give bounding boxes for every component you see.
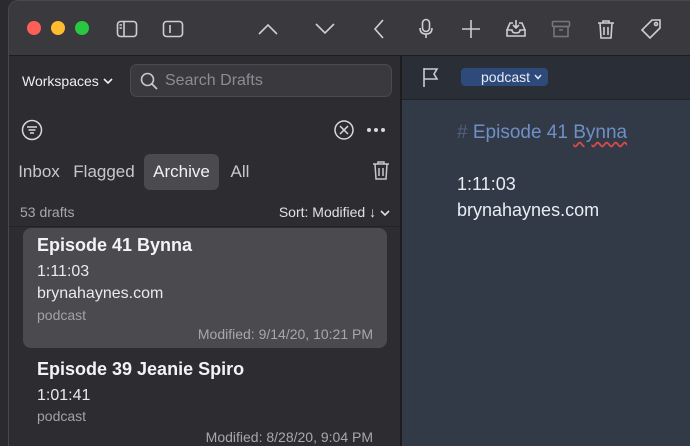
heading-text: Episode 41 (472, 122, 574, 143)
tab-archive[interactable]: Archive (144, 154, 219, 190)
toolbar (9, 1, 690, 56)
editor-line[interactable]: 1:11:03 (457, 174, 516, 195)
chevron-down-icon (534, 74, 542, 80)
editor-pane: podcast # Episode 41 Bynna 1:11:03 bryna… (402, 56, 690, 446)
misspelled-word[interactable]: Bynna (573, 122, 627, 143)
minimize-window-button[interactable] (51, 21, 65, 35)
clear-icon (334, 120, 354, 140)
close-window-button[interactable] (27, 21, 41, 35)
trash-icon (373, 161, 389, 180)
draft-count: 53 drafts (20, 204, 75, 220)
drafts-app: Workspaces Search Drafts Inbox Flagged A… (0, 0, 690, 446)
heading-mark: # (457, 122, 468, 143)
draft-row[interactable]: Episode 41 Bynna 1:11:03 brynahaynes.com… (23, 228, 387, 348)
drafts-list-pane: Workspaces Search Drafts Inbox Flagged A… (9, 56, 400, 446)
sort-menu[interactable]: Sort: Modified ↓ (279, 204, 390, 220)
microphone-icon (419, 18, 433, 38)
folder-tabs: Inbox Flagged Archive All (9, 154, 400, 190)
workspaces-label: Workspaces (22, 73, 99, 89)
draft-line: 1:01:41 (37, 387, 91, 404)
filter-icon (21, 119, 43, 141)
next-draft-button[interactable] (311, 15, 339, 43)
search-icon (140, 72, 158, 90)
draft-row[interactable]: Episode 39 Jeanie Spiro 1:01:41 podcast … (23, 353, 387, 446)
draft-title: Episode 41 Bynna (37, 235, 193, 255)
new-draft-button[interactable] (457, 15, 485, 43)
draft-modified: Modified: 8/28/20, 9:04 PM (205, 429, 373, 445)
inbox-icon (506, 20, 526, 37)
chevron-down-icon (315, 23, 335, 35)
plus-icon (462, 20, 480, 38)
editor-heading[interactable]: # Episode 41 Bynna (457, 122, 627, 144)
archive-button[interactable] (547, 15, 575, 43)
more-options-button[interactable] (366, 120, 386, 140)
panel-toggle-button[interactable] (159, 15, 187, 43)
move-to-inbox-button[interactable] (502, 15, 530, 43)
chevron-down-icon (380, 210, 390, 217)
editor-tag-label: podcast (481, 69, 531, 85)
editor-tag-pill[interactable]: podcast (461, 68, 549, 86)
draft-tag: podcast (37, 408, 87, 424)
list-meta: 53 drafts Sort: Modified ↓ (20, 203, 390, 223)
filter-button[interactable] (21, 119, 43, 146)
back-button[interactable] (365, 15, 393, 43)
search-placeholder: Search Drafts (165, 71, 263, 89)
trash-icon (598, 20, 614, 39)
clear-filter-button[interactable] (334, 120, 354, 145)
tab-flagged[interactable]: Flagged (69, 154, 139, 190)
draft-line: 1:11:03 (37, 263, 90, 280)
chevron-up-icon (258, 23, 278, 35)
search-field[interactable]: Search Drafts (130, 64, 392, 97)
zoom-window-button[interactable] (75, 21, 89, 35)
sidebar-toggle-icon (116, 20, 138, 38)
editor-line[interactable]: brynahaynes.com (457, 200, 599, 221)
sidebar-toggle-button[interactable] (113, 15, 141, 43)
flag-button[interactable] (422, 66, 440, 93)
panel-toggle-icon (162, 20, 184, 38)
dictate-button[interactable] (412, 15, 440, 43)
draft-tag: podcast (37, 307, 87, 323)
tab-inbox[interactable]: Inbox (15, 154, 63, 190)
archive-icon (551, 20, 571, 38)
tag-button[interactable] (637, 15, 665, 43)
editor-header: podcast (402, 56, 690, 100)
tab-trash[interactable] (372, 160, 390, 185)
ellipsis-icon (367, 128, 385, 132)
trash-button[interactable] (592, 15, 620, 43)
tag-icon (640, 19, 661, 40)
back-icon (373, 19, 384, 39)
tab-all[interactable]: All (225, 154, 255, 190)
previous-draft-button[interactable] (254, 15, 282, 43)
list-divider (9, 226, 400, 227)
draft-title: Episode 39 Jeanie Spiro (37, 359, 245, 379)
app-window: Workspaces Search Drafts Inbox Flagged A… (8, 0, 690, 446)
sort-label: Sort: Modified ↓ (278, 204, 377, 220)
draft-line: brynahaynes.com (37, 285, 164, 302)
workspaces-menu[interactable]: Workspaces (22, 71, 113, 91)
draft-modified: Modified: 9/14/20, 10:21 PM (197, 326, 373, 342)
chevron-down-icon (103, 78, 113, 85)
flag-icon (423, 68, 439, 87)
